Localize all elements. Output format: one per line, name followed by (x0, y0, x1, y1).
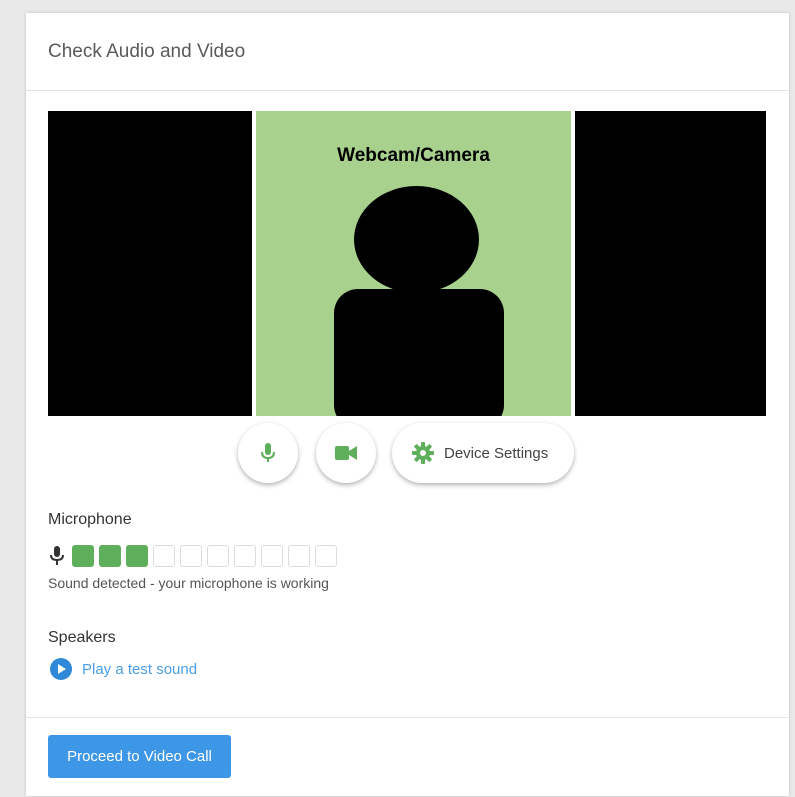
speakers-label: Speakers (48, 629, 116, 646)
mic-small-icon (50, 545, 64, 567)
microphone-label: Microphone (48, 511, 132, 528)
proceed-to-video-call-button[interactable]: Proceed to Video Call (48, 735, 231, 778)
mic-level-segment (126, 545, 148, 567)
gear-icon (412, 442, 434, 464)
footer-divider (26, 717, 789, 718)
mic-status-text: Sound detected - your microphone is work… (48, 575, 329, 591)
mic-level-meter (50, 545, 342, 567)
avatar-head (354, 186, 479, 293)
mic-level-segment (261, 545, 283, 567)
mic-toggle-button[interactable] (238, 423, 298, 483)
mic-level-segment (180, 545, 202, 567)
mic-level-segment (99, 545, 121, 567)
video-tile-left (48, 111, 252, 416)
play-icon (50, 658, 72, 680)
test-sound-label: Play a test sound (82, 660, 198, 678)
mic-icon (259, 442, 277, 464)
mic-level-segment (315, 545, 337, 567)
device-settings-label: Device Settings (444, 444, 549, 462)
mic-level-segment (207, 545, 229, 567)
card-header: Check Audio and Video (26, 13, 789, 91)
mic-level-segments (72, 545, 342, 567)
mic-level-segment (153, 545, 175, 567)
device-settings-button[interactable]: Device Settings (392, 423, 574, 483)
page-title: Check Audio and Video (48, 41, 246, 62)
webcam-preview: Webcam/Camera (256, 111, 571, 416)
play-test-sound-link[interactable]: Play a test sound (50, 658, 197, 680)
mic-level-segment (72, 545, 94, 567)
video-tile-right (575, 111, 766, 416)
camera-toggle-button[interactable] (316, 423, 376, 483)
check-av-card: Check Audio and Video Webcam/Camera Devi… (26, 13, 789, 796)
mic-level-segment (234, 545, 256, 567)
mic-level-segment (288, 545, 310, 567)
videocam-icon (335, 446, 357, 460)
avatar-body (334, 289, 504, 416)
webcam-label: Webcam/Camera (337, 145, 490, 166)
